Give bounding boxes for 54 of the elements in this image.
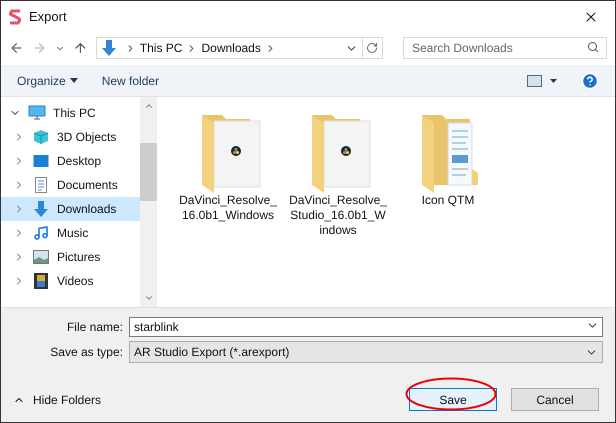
sidebar-label: 3D Objects [57, 129, 116, 146]
download-arrow-icon [33, 201, 49, 217]
folder-name: DaVinci_Resolve_Studio_16.0b1_Windows [289, 193, 387, 238]
dropdown-triangle-icon [70, 78, 78, 83]
save-button[interactable]: Save [409, 388, 497, 411]
sidebar-item[interactable]: 3D Objects [1, 125, 140, 149]
help-icon[interactable] [581, 72, 599, 90]
refresh-button[interactable] [362, 37, 383, 59]
cancel-button[interactable]: Cancel [511, 388, 599, 411]
sidebar-label: Desktop [57, 153, 102, 170]
search-field[interactable]: Search Downloads [403, 37, 607, 59]
file-name-field[interactable]: starblink [129, 317, 603, 337]
view-options-icon[interactable] [527, 74, 557, 86]
folder-name: DaVinci_Resolve_16.0b1_Windows [179, 193, 277, 223]
sidebar-label: This PC [53, 105, 96, 122]
sidebar-item[interactable]: This PC [1, 101, 140, 125]
address-bar[interactable]: This PC Downloads [96, 37, 362, 59]
music-note-icon [33, 225, 49, 241]
landscape-picture-icon [33, 250, 49, 264]
sidebar-item[interactable]: Desktop [1, 149, 140, 173]
sidebar-item[interactable]: Downloads [1, 197, 140, 221]
sidebar-item[interactable]: Music [1, 221, 140, 245]
cube-icon [33, 129, 49, 145]
breadcrumb[interactable]: This PC [140, 39, 182, 57]
sidebar-label: Downloads [57, 201, 116, 218]
sidebar-item[interactable]: Pictures [1, 245, 140, 269]
sidebar-label: Videos [57, 273, 94, 290]
sidebar-item[interactable]: Videos [1, 269, 140, 293]
folder-name: Icon QTM [422, 193, 474, 208]
download-arrow-icon [100, 40, 117, 56]
sidebar-item[interactable]: Documents [1, 173, 140, 197]
hide-folders-button[interactable]: Hide Folders [13, 390, 102, 408]
sidebar-label: Music [57, 225, 88, 242]
organize-menu-button[interactable]: Organize [17, 72, 78, 90]
sidebar-label: Documents [57, 177, 118, 194]
film-strip-icon [34, 273, 48, 289]
sidebar-label: Pictures [57, 249, 100, 266]
folder-item[interactable]: DaVinci_Resolve_Studio_16.0b1_Windows [289, 109, 387, 238]
file-type-dropdown[interactable]: AR Studio Export (*.arexport) [129, 341, 603, 363]
window-title: Export [29, 8, 67, 26]
up-arrow-icon[interactable] [72, 40, 88, 56]
s-logo-icon [9, 9, 21, 25]
search-icon [587, 41, 599, 53]
folder-item[interactable]: DaVinci_Resolve_16.0b1_Windows [179, 109, 277, 223]
field-label: Save as type: [49, 344, 123, 361]
field-label: File name: [66, 319, 123, 336]
monitor-icon [33, 154, 49, 168]
refresh-icon [366, 42, 378, 54]
scrollbar[interactable] [140, 97, 157, 307]
monitor-icon [28, 105, 46, 121]
document-icon [35, 177, 47, 193]
new-folder-button[interactable]: New folder [102, 72, 160, 90]
folder-item[interactable]: Icon QTM [399, 109, 497, 208]
breadcrumb[interactable]: Downloads [201, 39, 261, 57]
